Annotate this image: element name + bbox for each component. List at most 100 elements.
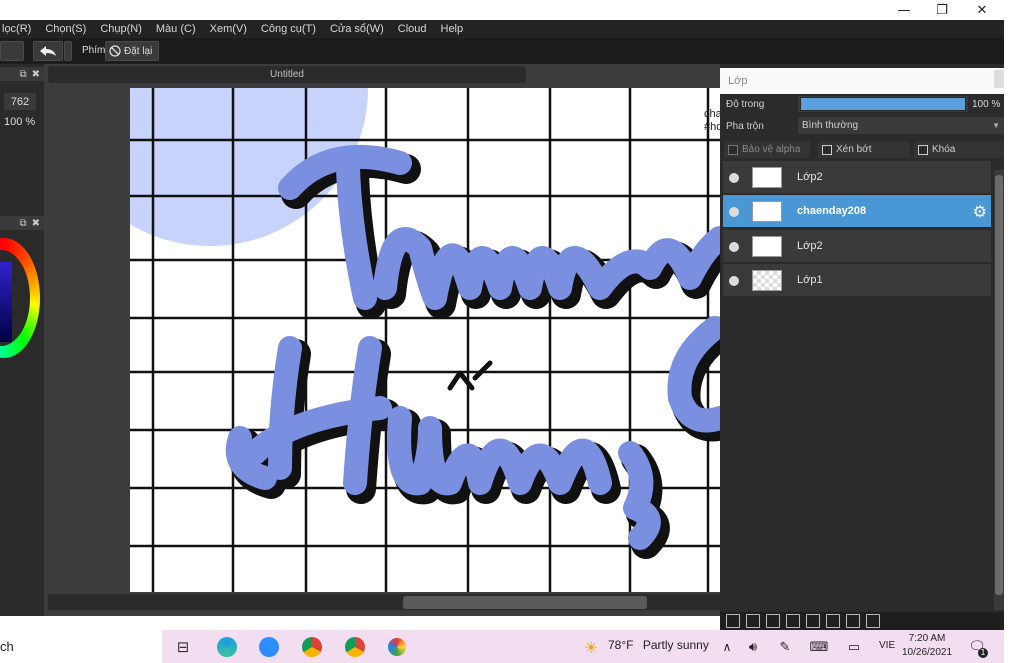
trash-icon[interactable]	[866, 614, 880, 628]
new-layer-icon[interactable]	[726, 614, 740, 628]
layer-name: Lớp2	[797, 171, 823, 183]
layer-row[interactable]: Lớp1	[723, 264, 991, 297]
toolbar: Phím Đặt lại	[0, 38, 1004, 64]
color-square[interactable]	[0, 262, 12, 342]
close-window-button[interactable]: ✕	[964, 0, 1000, 20]
clock-date: 10/26/2021	[902, 647, 953, 658]
visibility-icon[interactable]	[729, 276, 739, 286]
zoom-percent: 100 %	[4, 116, 36, 128]
weather-icon[interactable]: ☀	[580, 636, 602, 658]
undo-dropdown[interactable]	[64, 41, 72, 61]
checkbox-icon	[728, 144, 738, 155]
gear-icon[interactable]: ⚙	[973, 202, 987, 221]
layer-thumbnail	[752, 236, 782, 257]
layer-row[interactable]: Lớp2	[723, 161, 991, 194]
clipping-checkbox[interactable]: Xén bớt	[818, 141, 910, 158]
keyboard-icon[interactable]: ⌨	[808, 636, 830, 658]
panel-close-icon[interactable]: ✖	[32, 69, 40, 80]
folder-icon[interactable]	[806, 614, 820, 628]
search-text: ch	[0, 639, 14, 654]
screen-edge	[1004, 0, 1024, 663]
layer-row[interactable]: Lớp2	[723, 230, 991, 263]
lock-checkbox[interactable]: Khóa	[914, 141, 1004, 158]
new-raster-icon[interactable]	[746, 614, 760, 628]
edge-icon[interactable]	[216, 636, 238, 658]
layer-panel-title-text: Lớp	[728, 75, 748, 87]
menu-bar: lọc(R) Chọn(S) Chụp(N) Màu (C) Xem(V) Cô…	[0, 20, 1004, 38]
opacity-value: 100 %	[972, 99, 1001, 110]
lock-label: Khóa	[932, 144, 956, 155]
layer-name: chaenday208	[797, 205, 867, 217]
popout-icon[interactable]: ⧉	[19, 69, 26, 80]
medibang-icon[interactable]	[386, 636, 408, 658]
search-box[interactable]: ch	[0, 630, 162, 663]
document-tab[interactable]: Untitled	[48, 66, 526, 83]
checkbox-icon	[822, 144, 832, 155]
lettering	[225, 144, 720, 559]
minimize-icon: —	[897, 2, 911, 18]
merge-icon[interactable]	[846, 614, 860, 628]
blend-mode-select[interactable]: Bình thường ▼	[798, 117, 1004, 134]
visibility-icon[interactable]	[729, 173, 739, 183]
app-root: — ❐ ✕ lọc(R) Chọn(S) Chụp(N) Màu (C) Xem…	[0, 0, 1024, 663]
new-vector-icon[interactable]	[766, 614, 780, 628]
layer-actions-bar	[720, 612, 1004, 630]
duplicate-icon[interactable]	[826, 614, 840, 628]
chrome-icon[interactable]	[344, 636, 366, 658]
menu-cloud[interactable]: Cloud	[398, 23, 427, 35]
prohibit-icon	[109, 45, 121, 57]
clock[interactable]: 7:20 AM 10/26/2021	[902, 632, 952, 660]
layer-panel-close[interactable]	[994, 70, 1004, 88]
zoom-input[interactable]: 762	[4, 93, 36, 110]
protect-alpha-label: Bảo vệ alpha	[742, 144, 801, 155]
menu-window[interactable]: Cửa sổ(W)	[330, 23, 384, 35]
menu-capture[interactable]: Chụp(N)	[100, 23, 142, 35]
protect-alpha-checkbox[interactable]: Bảo vệ alpha	[724, 141, 810, 158]
minimize-button[interactable]: —	[886, 0, 922, 20]
drawing-canvas[interactable]	[130, 88, 720, 592]
blend-label: Pha trộn	[726, 121, 764, 132]
speaker-icon[interactable]: 🔊︎	[742, 636, 764, 658]
layer-scroll-thumb[interactable]	[995, 175, 1003, 595]
restore-icon: ❐	[936, 2, 948, 18]
clipping-label: Xén bớt	[836, 144, 872, 155]
layer-thumbnail	[752, 270, 782, 291]
menu-select[interactable]: Chọn(S)	[45, 23, 86, 35]
chrome-icon[interactable]	[301, 636, 323, 658]
visibility-icon[interactable]	[729, 207, 739, 217]
opacity-slider[interactable]	[800, 97, 966, 111]
layer-panel: Lớp Độ trong 100 % Pha trộn Bình thường …	[720, 64, 1004, 630]
menu-filter[interactable]: lọc(R)	[2, 23, 31, 35]
task-view-icon[interactable]: ⊟	[172, 636, 194, 658]
language-indicator[interactable]: VIE	[879, 640, 895, 651]
document-title: Untitled	[270, 69, 304, 80]
weather-widget[interactable]: 78°F Partly sunny	[608, 638, 709, 652]
menu-color[interactable]: Màu (C)	[156, 23, 196, 35]
menu-tools[interactable]: Công cụ(T)	[261, 23, 316, 35]
blend-mode-value: Bình thường	[802, 120, 859, 131]
menu-help[interactable]: Help	[441, 23, 464, 35]
clock-time: 7:20 AM	[908, 633, 946, 644]
title-bar: — ❐ ✕	[0, 0, 1004, 20]
layer-row-active[interactable]: chaenday208 ⚙	[723, 195, 991, 228]
weather-temperature: 78°F	[608, 638, 634, 652]
menu-view[interactable]: Xem(V)	[210, 23, 247, 35]
undo-button[interactable]	[33, 41, 63, 61]
weather-condition: Partly sunny	[642, 638, 709, 652]
horizontal-scroll-thumb[interactable]	[403, 596, 647, 609]
reset-button[interactable]: Đặt lại	[105, 41, 159, 61]
popout-icon[interactable]: ⧉	[19, 218, 26, 229]
opacity-label: Độ trong	[726, 99, 765, 110]
reset-label: Đặt lại	[124, 45, 153, 57]
layer-name: Lớp2	[797, 240, 823, 252]
visibility-icon[interactable]	[729, 242, 739, 252]
chevron-up-icon[interactable]: ∧	[716, 636, 738, 658]
restore-button[interactable]: ❐	[924, 0, 960, 20]
notification-icon[interactable]: 🗨︎ 1	[966, 636, 988, 658]
panel-close-icon[interactable]: ✖	[32, 218, 40, 229]
add-layer-dropdown-icon[interactable]	[786, 614, 800, 628]
toolbar-button[interactable]	[0, 41, 24, 61]
pen-icon[interactable]: ✎	[774, 636, 796, 658]
display-icon[interactable]: ▭	[843, 636, 865, 658]
zoom-icon[interactable]	[258, 636, 280, 658]
